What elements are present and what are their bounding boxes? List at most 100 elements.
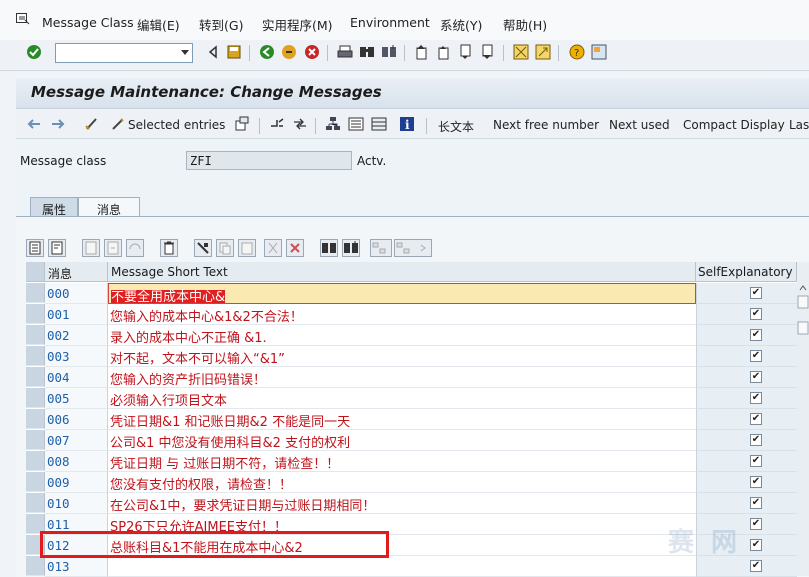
hierarchy-icon[interactable] <box>325 116 341 132</box>
row-selector[interactable] <box>26 493 45 513</box>
self-explanatory-checkbox[interactable]: ✔ <box>750 350 762 362</box>
message-number[interactable]: 002 <box>45 325 108 346</box>
message-short-text[interactable]: 凭证日期&1 和记账日期&2 不能是同一天 <box>108 409 696 430</box>
self-explanatory-checkbox[interactable]: ✔ <box>750 497 762 509</box>
row-selector[interactable] <box>26 451 45 471</box>
more-options-icon[interactable] <box>394 239 432 257</box>
message-class-field[interactable]: ZFI <box>186 151 352 170</box>
last-button[interactable]: Last <box>789 118 809 132</box>
message-number[interactable]: 008 <box>45 451 108 472</box>
table-row[interactable]: 010在公司&1中，要求凭证日期与过账日期相同！✔ <box>26 493 809 514</box>
new-session-icon[interactable] <box>513 44 529 60</box>
delete-x-icon[interactable] <box>286 239 304 257</box>
message-short-text[interactable]: 不要全用成本中心& <box>108 283 696 304</box>
column-header-number[interactable]: 消息 <box>45 262 108 282</box>
scissors-icon[interactable] <box>264 239 282 257</box>
copy-row-icon[interactable] <box>126 239 144 257</box>
self-explanatory-checkbox[interactable]: ✔ <box>750 371 762 383</box>
enter-icon[interactable] <box>26 44 42 60</box>
list-icon[interactable] <box>348 116 364 132</box>
message-number[interactable]: 006 <box>45 409 108 430</box>
message-short-text[interactable]: 公司&1 中您没有使用科目&2 支付的权利 <box>108 430 696 451</box>
last-page-icon[interactable] <box>480 44 496 60</box>
table-row[interactable]: 001您输入的成本中心&1&2不合法！ ✔ <box>26 304 809 325</box>
back-arrow-left-icon[interactable] <box>26 116 42 132</box>
self-explanatory-checkbox[interactable]: ✔ <box>750 392 762 404</box>
column-header-self-explanatory[interactable]: SelfExplanatory <box>696 262 797 282</box>
message-short-text[interactable]: 必须输入行项目文本 <box>108 388 696 409</box>
paste-icon[interactable] <box>238 239 256 257</box>
self-explanatory-checkbox[interactable]: ✔ <box>750 560 762 572</box>
table-row[interactable]: 009您没有支付的权限，请检查！！✔ <box>26 472 809 493</box>
tab-messages[interactable]: 消息 <box>78 197 140 216</box>
shortcut-icon[interactable] <box>535 44 551 60</box>
self-explanatory-checkbox[interactable]: ✔ <box>750 329 762 341</box>
self-explanatory-checkbox[interactable]: ✔ <box>750 455 762 467</box>
tab-attributes[interactable]: 属性 <box>30 197 78 216</box>
message-number[interactable]: 001 <box>45 304 108 325</box>
previous-page-icon[interactable] <box>436 44 452 60</box>
message-number[interactable]: 010 <box>45 493 108 514</box>
deselect-all-icon[interactable] <box>48 239 66 257</box>
find-in-grid-icon[interactable] <box>320 239 338 257</box>
menu-environment[interactable]: Environment <box>350 15 430 30</box>
message-short-text[interactable]: 您没有支付的权限，请检查！！ <box>108 472 696 493</box>
find-icon[interactable] <box>359 44 375 60</box>
self-explanatory-checkbox[interactable]: ✔ <box>750 308 762 320</box>
table-row[interactable]: 007公司&1 中您没有使用科目&2 支付的权利✔ <box>26 430 809 451</box>
menu-utilities[interactable]: 实用程序(M) <box>262 15 333 34</box>
first-page-icon[interactable] <box>414 44 430 60</box>
column-header-short-text[interactable]: Message Short Text <box>108 262 696 282</box>
message-short-text[interactable]: 您输入的成本中心&1&2不合法！ <box>108 304 696 325</box>
message-short-text[interactable]: 您输入的资产折旧码错误！ <box>108 367 696 388</box>
table-row[interactable]: 005必须输入行项目文本 ✔ <box>26 388 809 409</box>
display-change-icon[interactable] <box>84 116 100 132</box>
next-free-number-button[interactable]: Next free number <box>493 118 599 132</box>
selected-entries-button[interactable]: Selected entries <box>128 118 225 132</box>
save-icon[interactable] <box>226 44 242 60</box>
table-row[interactable]: 006凭证日期&1 和记账日期&2 不能是同一天 ✔ <box>26 409 809 430</box>
message-number[interactable]: 007 <box>45 430 108 451</box>
print-icon[interactable] <box>337 44 353 60</box>
message-number[interactable]: 005 <box>45 388 108 409</box>
table-row[interactable]: 013 ✔ <box>26 556 809 577</box>
message-number[interactable]: 000 <box>45 283 108 304</box>
info-icon[interactable]: i <box>399 116 415 132</box>
row-selector[interactable] <box>26 472 45 492</box>
vertical-scrollbar[interactable] <box>797 262 809 576</box>
row-selector[interactable] <box>26 430 45 450</box>
row-selector[interactable] <box>26 283 45 303</box>
back-icon[interactable] <box>259 44 275 60</box>
message-number[interactable]: 013 <box>45 556 108 577</box>
find-next-in-grid-icon[interactable] <box>342 239 360 257</box>
table-icon[interactable] <box>371 116 387 132</box>
find-next-icon[interactable] <box>381 44 397 60</box>
menu-help[interactable]: 帮助(H) <box>503 15 547 34</box>
long-text-button[interactable]: 长文本 <box>438 118 474 135</box>
row-selector[interactable] <box>26 346 45 366</box>
back-arrow-icon[interactable] <box>205 44 221 60</box>
message-number[interactable]: 003 <box>45 346 108 367</box>
menu-message-class[interactable]: Message Class <box>42 15 134 30</box>
message-number[interactable]: 004 <box>45 367 108 388</box>
self-explanatory-checkbox[interactable]: ✔ <box>750 518 762 530</box>
block-select-icon[interactable] <box>370 239 392 257</box>
row-selector-header[interactable] <box>26 262 45 282</box>
chevron-down-icon[interactable] <box>181 50 189 55</box>
menu-edit[interactable]: 编辑(E) <box>137 15 180 34</box>
copy-icon[interactable] <box>216 239 234 257</box>
row-selector[interactable] <box>26 304 45 324</box>
next-page-icon[interactable] <box>458 44 474 60</box>
self-explanatory-checkbox[interactable]: ✔ <box>750 287 762 299</box>
command-field[interactable] <box>55 43 193 63</box>
message-short-text[interactable]: 凭证日期 与 过账日期不符，请检查！！ <box>108 451 696 472</box>
append-row-icon[interactable] <box>82 239 100 257</box>
message-short-text[interactable] <box>108 556 696 577</box>
table-row[interactable]: 004您输入的资产折旧码错误！ ✔ <box>26 367 809 388</box>
trash-icon[interactable] <box>160 239 178 257</box>
message-short-text[interactable]: 录入的成本中心不正确 &1. <box>108 325 696 346</box>
menu-system[interactable]: 系统(Y) <box>440 15 482 34</box>
self-explanatory-checkbox[interactable]: ✔ <box>750 413 762 425</box>
row-selector[interactable] <box>26 409 45 429</box>
self-explanatory-checkbox[interactable]: ✔ <box>750 539 762 551</box>
